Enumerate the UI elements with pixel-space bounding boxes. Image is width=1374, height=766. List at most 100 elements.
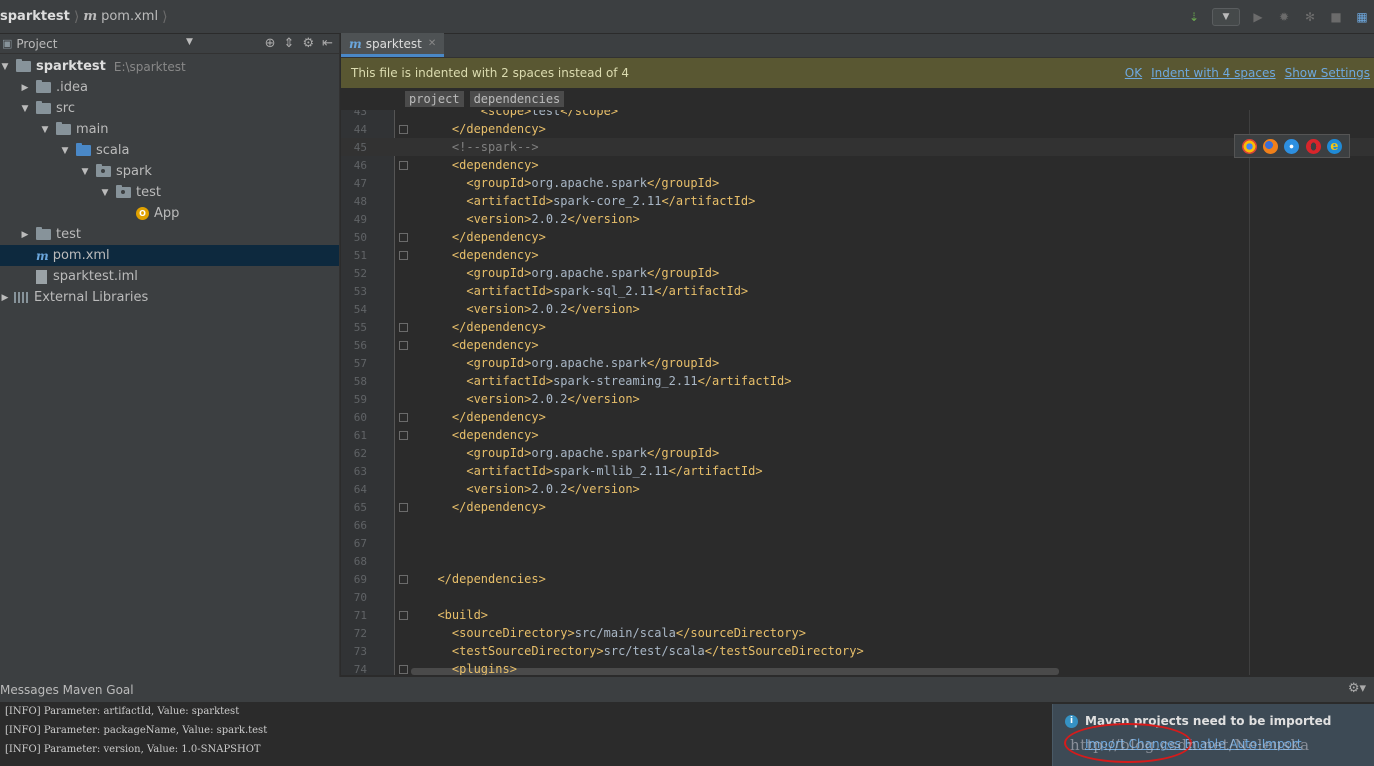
code-line: 44 </dependency> <box>341 120 1374 138</box>
tree-item-label: main <box>76 122 109 137</box>
fold-marker-icon[interactable] <box>399 430 408 440</box>
fold-marker-icon[interactable] <box>399 610 408 620</box>
gear-icon[interactable]: ⚙ <box>302 36 314 51</box>
tree-item[interactable]: ▼ sparktest E:\sparktest <box>0 56 339 77</box>
folder-icon <box>36 227 51 240</box>
chevron-down-icon[interactable]: ▼ <box>100 188 110 198</box>
code-text: <artifactId>spark-mllib_2.11</artifactId… <box>466 464 763 478</box>
tree-item[interactable]: ▼ test <box>0 182 339 203</box>
fold-marker-icon[interactable] <box>399 502 408 512</box>
fold-marker-icon[interactable] <box>399 124 408 134</box>
breadcrumb-file[interactable]: pom.xml <box>101 9 158 24</box>
tree-item[interactable]: m pom.xml <box>0 245 339 266</box>
code-text: </dependency> <box>451 500 546 514</box>
coverage-icon[interactable]: ✻ <box>1302 9 1318 25</box>
code-line: 74 <plugins> <box>341 660 1374 675</box>
ok-link[interactable]: OK <box>1125 66 1142 80</box>
chevron-down-icon[interactable]: ▼ <box>20 104 30 114</box>
tree-item[interactable]: sparktest.iml <box>0 266 339 287</box>
tree-item-label: .idea <box>56 80 88 95</box>
close-icon[interactable]: ✕ <box>428 38 436 49</box>
code-line: 49 <version>2.0.2</version> <box>341 210 1374 228</box>
line-number: 50 <box>353 230 367 244</box>
fold-marker-icon[interactable] <box>399 322 408 332</box>
fold-marker-icon[interactable] <box>399 664 408 674</box>
line-number: 56 <box>353 338 367 352</box>
gear-icon[interactable]: ⚙▾ <box>1348 681 1366 696</box>
line-number: 61 <box>353 428 367 442</box>
tree-item[interactable]: ▶ test <box>0 224 339 245</box>
xml-breadcrumb-dependencies[interactable]: dependencies <box>469 91 565 107</box>
fold-marker-icon[interactable] <box>399 340 408 350</box>
line-number: 47 <box>353 176 367 190</box>
chevron-down-icon[interactable]: ▼ <box>80 167 90 177</box>
messages-panel-title[interactable]: Messages Maven Goal <box>0 683 134 697</box>
chevron-down-icon[interactable]: ▼ <box>60 146 70 156</box>
code-line: 59 <version>2.0.2</version> <box>341 390 1374 408</box>
chevron-down-icon[interactable]: ▼ <box>186 37 193 47</box>
line-number: 67 <box>353 536 367 550</box>
chevron-right-icon: ⟩ <box>73 8 80 25</box>
project-panel-title[interactable]: Project <box>16 37 57 51</box>
project-panel-tools: ⊕ ⇕ ⚙ ⇤ <box>265 36 333 51</box>
code-text: </dependency> <box>451 122 546 136</box>
code-text: <dependency> <box>451 158 539 172</box>
run-icon[interactable]: ▶ <box>1250 9 1266 25</box>
opera-icon[interactable] <box>1305 138 1321 154</box>
code-line: 65 </dependency> <box>341 498 1374 516</box>
firefox-icon[interactable] <box>1263 138 1279 154</box>
line-number: 71 <box>353 608 367 622</box>
fold-marker-icon[interactable] <box>399 250 408 260</box>
show-settings-link[interactable]: Show Settings <box>1285 66 1370 80</box>
fold-marker-icon[interactable] <box>399 574 408 584</box>
chevron-down-icon[interactable]: ▼ <box>40 125 50 135</box>
chevron-right-icon[interactable]: ▶ <box>20 83 30 93</box>
locate-icon[interactable]: ⊕ <box>265 36 276 51</box>
fold-marker-icon[interactable] <box>399 232 408 242</box>
chevron-right-icon[interactable]: ▶ <box>0 293 10 303</box>
code-editor[interactable]: 43 <scope>test</scope> 44 </dependency> 45… <box>341 110 1374 675</box>
tree-item-label: App <box>154 206 180 221</box>
hide-panel-icon[interactable]: ⇤ <box>322 36 333 51</box>
editor-tab-pom[interactable]: m sparktest ✕ <box>341 33 445 57</box>
breadcrumb-project[interactable]: sparktest <box>0 9 70 24</box>
maven-file-icon: m <box>83 9 98 24</box>
ie-icon[interactable]: e <box>1326 138 1342 154</box>
tree-item[interactable]: ▼ scala <box>0 140 339 161</box>
debug-icon[interactable]: ✹ <box>1276 9 1292 25</box>
collapse-all-icon[interactable]: ⇕ <box>284 36 295 51</box>
code-line: 73 <testSourceDirectory>src/test/scala</… <box>341 642 1374 660</box>
chrome-icon[interactable] <box>1242 138 1258 154</box>
xml-breadcrumb-project[interactable]: project <box>405 91 464 107</box>
fold-marker-icon[interactable] <box>399 160 408 170</box>
browser-preview-popup: e <box>1234 134 1350 158</box>
indent-with-4-spaces-link[interactable]: Indent with 4 spaces <box>1151 66 1275 80</box>
stop-icon[interactable]: ■ <box>1328 9 1344 25</box>
project-view-icon: ▣ <box>2 37 13 50</box>
code-line: 66 <box>341 516 1374 534</box>
code-text: <scope>test</scope> <box>480 110 619 118</box>
line-number: 72 <box>353 626 367 640</box>
tree-item[interactable]: O App <box>0 203 339 224</box>
sort-icon[interactable]: ⇣ <box>1186 9 1202 25</box>
tree-item[interactable]: ▶ External Libraries <box>0 287 339 308</box>
code-line: 72 <sourceDirectory>src/main/scala</sour… <box>341 624 1374 642</box>
tree-item[interactable]: ▼ main <box>0 119 339 140</box>
run-configuration-dropdown[interactable]: ▼ <box>1212 8 1240 26</box>
tree-item[interactable]: ▶ .idea <box>0 77 339 98</box>
project-structure-icon[interactable]: ▦ <box>1354 9 1370 25</box>
tree-item[interactable]: ▼ src <box>0 98 339 119</box>
line-number: 73 <box>353 644 367 658</box>
code-text: <version>2.0.2</version> <box>466 212 640 226</box>
chevron-right-icon[interactable]: ▶ <box>20 230 30 240</box>
code-text: <build> <box>437 608 489 622</box>
fold-marker-icon[interactable] <box>399 412 408 422</box>
project-panel-header: ▣ Project ▼ ⊕ ⇕ ⚙ ⇤ <box>0 34 339 54</box>
code-line: 60 </dependency> <box>341 408 1374 426</box>
tree-item[interactable]: ▼ spark <box>0 161 339 182</box>
safari-icon[interactable] <box>1284 138 1300 154</box>
line-number: 63 <box>353 464 367 478</box>
chevron-down-icon[interactable]: ▼ <box>0 62 10 72</box>
watermark: http://blog.csdn.net/Neleuska <box>1070 736 1310 754</box>
code-text: </dependencies> <box>437 572 546 586</box>
